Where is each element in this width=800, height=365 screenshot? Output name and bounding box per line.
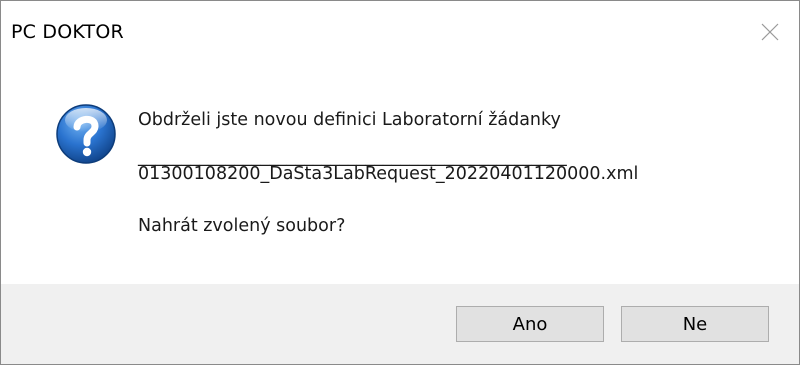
message-dialog: PC DOKTOR Obdrželi jste novou definici L…: [0, 0, 800, 365]
window-title: PC DOKTOR: [11, 21, 124, 43]
dialog-content: Obdrželi jste novou definici Laboratorní…: [1, 61, 799, 284]
button-bar: Ano Ne: [1, 284, 799, 364]
no-button[interactable]: Ne: [621, 306, 769, 342]
message-question: Nahrát zvolený soubor?: [138, 216, 346, 236]
close-icon: [761, 23, 779, 41]
question-icon: [56, 104, 116, 164]
yes-button[interactable]: Ano: [456, 306, 604, 342]
message-filename: 01300108200_DaSta3LabRequest_20220401120…: [138, 164, 639, 184]
close-button[interactable]: [755, 17, 785, 47]
message-text: Obdrželi jste novou definici Laboratorní…: [138, 110, 561, 130]
title-bar: PC DOKTOR: [1, 1, 799, 61]
